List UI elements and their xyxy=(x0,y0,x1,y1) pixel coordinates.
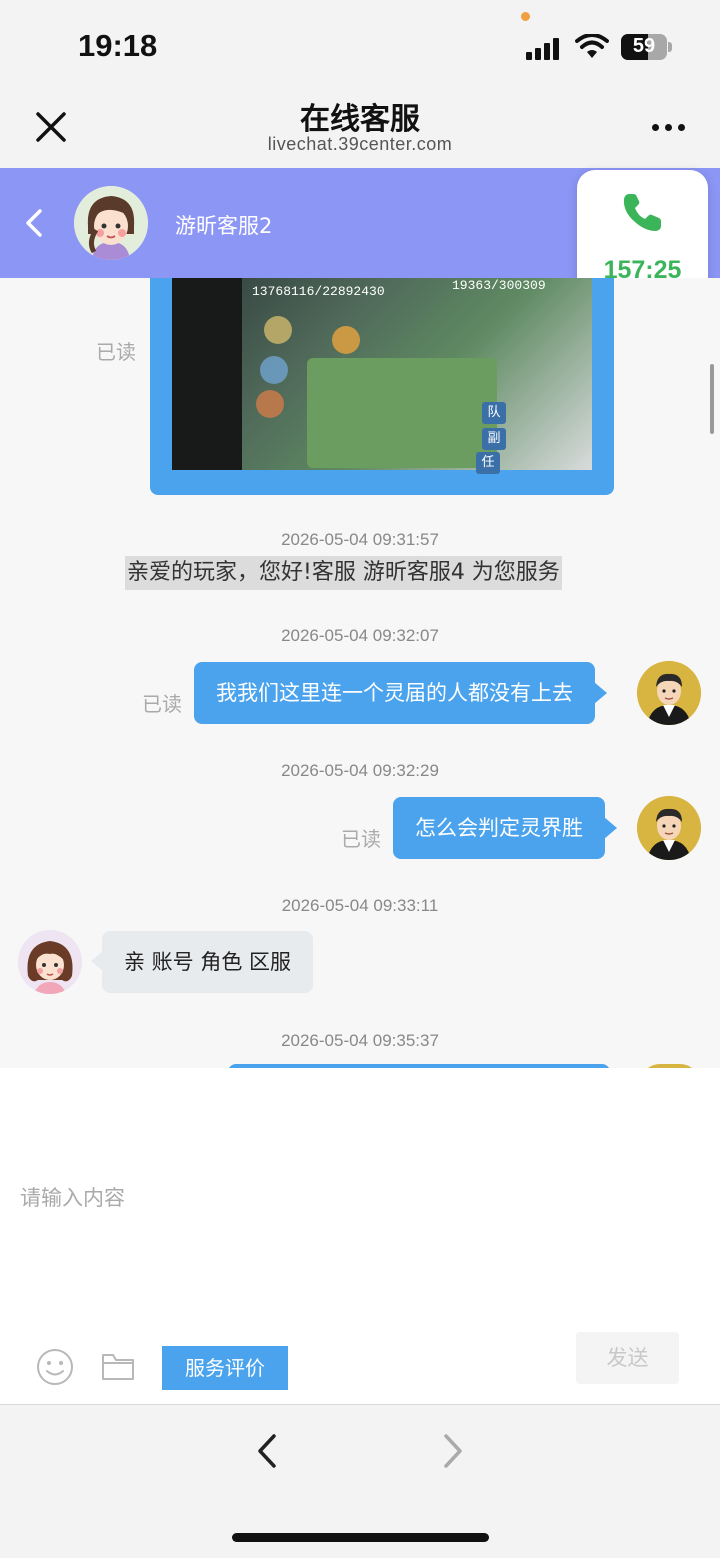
message-timestamp: 2026-05-04 09:31:57 xyxy=(281,530,439,549)
scrollbar[interactable] xyxy=(710,364,714,434)
read-status: 已读 xyxy=(341,827,381,851)
emoji-icon[interactable] xyxy=(36,1348,74,1386)
user-avatar xyxy=(637,796,701,860)
read-status: 已读 xyxy=(96,340,136,364)
agent-avatar xyxy=(74,186,148,260)
message-list[interactable]: 已读 13768116/22892430 19363/300309 队 副 任 … xyxy=(0,278,720,1068)
message-timestamp: 2026-05-04 09:32:07 xyxy=(281,626,439,645)
message-timestamp: 2026-05-04 09:32:29 xyxy=(281,761,439,780)
battery-icon: 59 xyxy=(621,34,667,60)
image-tag-1: 队 xyxy=(482,402,506,424)
send-button[interactable]: 发送 xyxy=(576,1332,679,1384)
battery-cap xyxy=(668,42,672,52)
game-screenshot: 13768116/22892430 19363/300309 队 副 任 xyxy=(172,278,592,474)
agent-name: 游昕客服2 xyxy=(175,214,273,238)
outgoing-message[interactable]: 我我们这里连一个灵届的人都没有上去 xyxy=(194,662,607,724)
image-message[interactable]: 13768116/22892430 19363/300309 队 副 任 xyxy=(150,278,614,495)
rate-service-button[interactable]: 服务评价 xyxy=(162,1346,288,1390)
nav-forward-icon[interactable] xyxy=(438,1433,468,1469)
image-tag-2: 副 xyxy=(482,428,506,450)
outgoing-message[interactable]: 怎么会判定灵界胜 xyxy=(393,797,617,859)
browser-header: 在线客服 livechat.39center.com xyxy=(0,90,720,168)
agent-message-avatar xyxy=(18,930,82,994)
image-stat-a: 13768116/22892430 xyxy=(252,284,385,299)
user-avatar xyxy=(637,661,701,725)
system-message: 亲爱的玩家，您好!客服 游昕客服4 为您服务 xyxy=(125,556,562,590)
more-icon[interactable] xyxy=(648,118,688,138)
folder-icon[interactable] xyxy=(101,1352,135,1382)
message-timestamp: 2026-05-04 09:33:11 xyxy=(281,896,439,915)
page-url: livechat.39center.com xyxy=(267,134,453,154)
signal-icon xyxy=(526,36,562,60)
message-input[interactable] xyxy=(20,1168,700,1228)
status-time: 19:18 xyxy=(78,28,158,63)
home-indicator[interactable] xyxy=(232,1533,489,1542)
read-status: 已读 xyxy=(142,692,182,716)
image-tag-3: 任 xyxy=(476,452,500,474)
incoming-message[interactable]: 亲 账号 角色 区服 xyxy=(90,931,314,993)
status-bar: 19:18 59 xyxy=(0,0,720,90)
bottom-nav xyxy=(0,1404,720,1558)
wifi-icon xyxy=(575,34,609,58)
battery-level: 59 xyxy=(632,35,656,57)
back-chevron-icon[interactable] xyxy=(22,208,46,238)
phone-icon xyxy=(623,194,661,231)
page-title: 在线客服 xyxy=(300,102,420,137)
privacy-indicator-dot xyxy=(521,12,530,21)
message-timestamp: 2026-05-04 09:35:37 xyxy=(281,1031,439,1050)
nav-back-icon[interactable] xyxy=(252,1433,282,1469)
composer: 服务评价 发送 xyxy=(0,1068,720,1404)
image-stat-b: 19363/300309 xyxy=(452,278,546,293)
